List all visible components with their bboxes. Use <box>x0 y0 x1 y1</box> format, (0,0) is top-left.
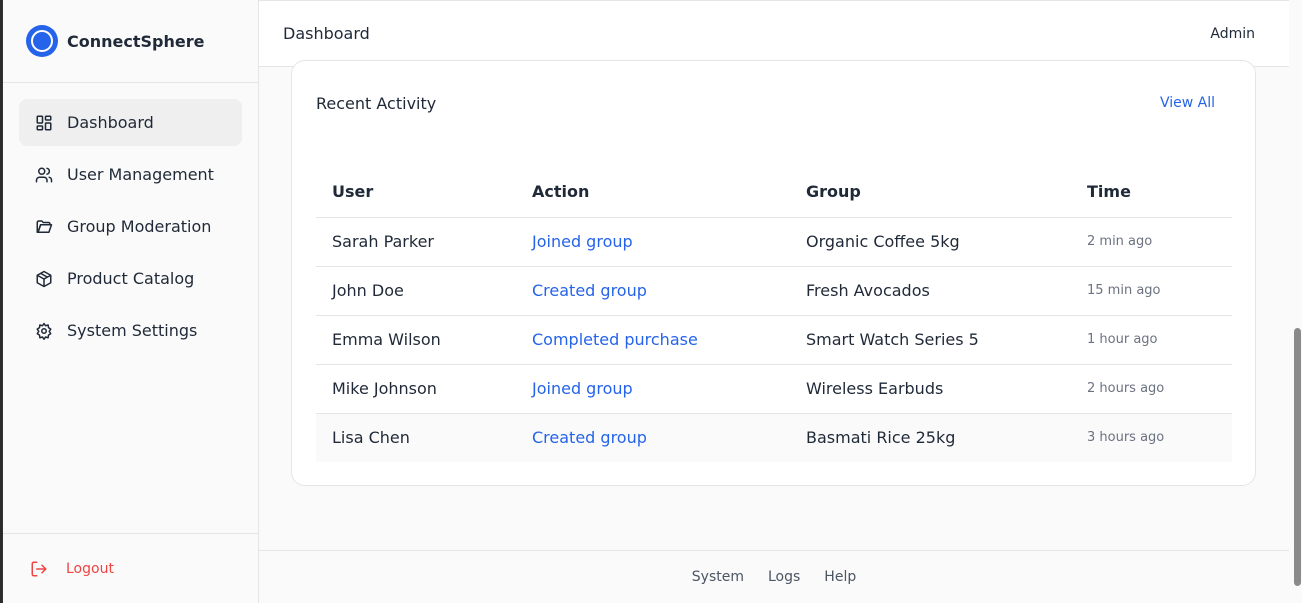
page-title: Dashboard <box>283 24 370 43</box>
app-window: ConnectSphere Dashboard User Management … <box>2 0 1302 603</box>
logout-label: Logout <box>66 560 114 577</box>
scrollbar-thumb[interactable] <box>1294 328 1301 586</box>
footer-link-system[interactable]: System <box>692 569 744 585</box>
folder-icon <box>35 218 53 236</box>
cell-user: Lisa Chen <box>332 428 410 448</box>
logout-icon <box>30 560 48 578</box>
cell-user: Mike Johnson <box>316 364 516 414</box>
cell-action-link[interactable]: Joined group <box>516 364 790 414</box>
sidebar-item-dashboard[interactable]: Dashboard <box>19 99 242 146</box>
footer-link-help[interactable]: Help <box>824 569 856 585</box>
cell-action-link[interactable]: Joined group <box>516 217 790 267</box>
cell-user: John Doe <box>316 266 516 316</box>
card-header: Recent Activity View All <box>292 61 1255 113</box>
cell-action-link[interactable]: Created group <box>516 266 790 316</box>
activity-table: User Action Group Time Sarah Parker Join… <box>316 167 1232 462</box>
cell-group: Organic Coffee 5kg <box>790 217 1071 267</box>
cell-group: Wireless Earbuds <box>790 364 1071 414</box>
footer: System Logs Help <box>259 550 1289 603</box>
users-icon <box>35 166 53 184</box>
main-content: Dashboard Admin Recent Activity View All… <box>259 0 1289 603</box>
recent-activity-card: Recent Activity View All User Action Gro… <box>291 60 1256 486</box>
cell-time: 1 hour ago <box>1071 315 1232 365</box>
view-all-link[interactable]: View All <box>1160 95 1215 111</box>
logout-button[interactable]: Logout <box>3 533 258 603</box>
sidebar: ConnectSphere Dashboard User Management … <box>3 0 259 603</box>
sidebar-item-label: System Settings <box>67 321 198 340</box>
package-icon <box>35 270 53 288</box>
sidebar-nav: Dashboard User Management Group Moderati… <box>3 83 258 354</box>
brand-name: ConnectSphere <box>67 31 205 51</box>
cell-time: 15 min ago <box>1071 266 1232 316</box>
cell-action-link[interactable]: Created group <box>516 413 790 462</box>
column-header-group: Group <box>790 167 1071 218</box>
sidebar-item-label: User Management <box>67 165 214 184</box>
table-row: John Doe Created group Fresh Avocados 15… <box>316 266 1232 316</box>
cell-group: Basmati Rice 25kg <box>806 428 956 448</box>
cell-group: Fresh Avocados <box>790 266 1071 316</box>
table-row: Lisa Chen Created group Basmati Rice 25k… <box>316 413 1232 462</box>
column-header-user: User <box>316 167 516 218</box>
cell-user: Emma Wilson <box>316 315 516 365</box>
sidebar-item-label: Product Catalog <box>67 269 195 288</box>
cell-time: 2 hours ago <box>1071 364 1232 414</box>
cell-time: 2 min ago <box>1071 217 1232 267</box>
table-row: Emma Wilson Completed purchase Smart Wat… <box>316 315 1232 365</box>
sidebar-item-product-catalog[interactable]: Product Catalog <box>19 255 242 302</box>
column-header-action: Action <box>516 167 790 218</box>
dashboard-icon <box>35 114 53 132</box>
sidebar-item-user-management[interactable]: User Management <box>19 151 242 198</box>
sidebar-item-group-moderation[interactable]: Group Moderation <box>19 203 242 250</box>
user-menu[interactable]: Admin <box>1210 26 1255 42</box>
table-row: Mike Johnson Joined group Wireless Earbu… <box>316 364 1232 414</box>
brand-logo-icon <box>26 25 58 57</box>
cell-group: Smart Watch Series 5 <box>790 315 1071 365</box>
card-title: Recent Activity <box>316 93 437 113</box>
gear-icon <box>35 322 53 340</box>
cell-user: Sarah Parker <box>316 217 516 267</box>
cell-action-link[interactable]: Completed purchase <box>516 315 790 365</box>
scrollbar[interactable] <box>1289 0 1302 603</box>
table-row: Sarah Parker Joined group Organic Coffee… <box>316 217 1232 267</box>
column-header-time: Time <box>1071 167 1232 218</box>
sidebar-item-label: Group Moderation <box>67 217 212 236</box>
table-header-row: User Action Group Time <box>316 167 1232 218</box>
sidebar-item-system-settings[interactable]: System Settings <box>19 307 242 354</box>
topbar: Dashboard Admin <box>259 0 1289 67</box>
sidebar-item-label: Dashboard <box>67 113 154 132</box>
brand[interactable]: ConnectSphere <box>3 0 258 83</box>
footer-link-logs[interactable]: Logs <box>768 569 800 585</box>
cell-time: 3 hours ago <box>1087 430 1165 446</box>
